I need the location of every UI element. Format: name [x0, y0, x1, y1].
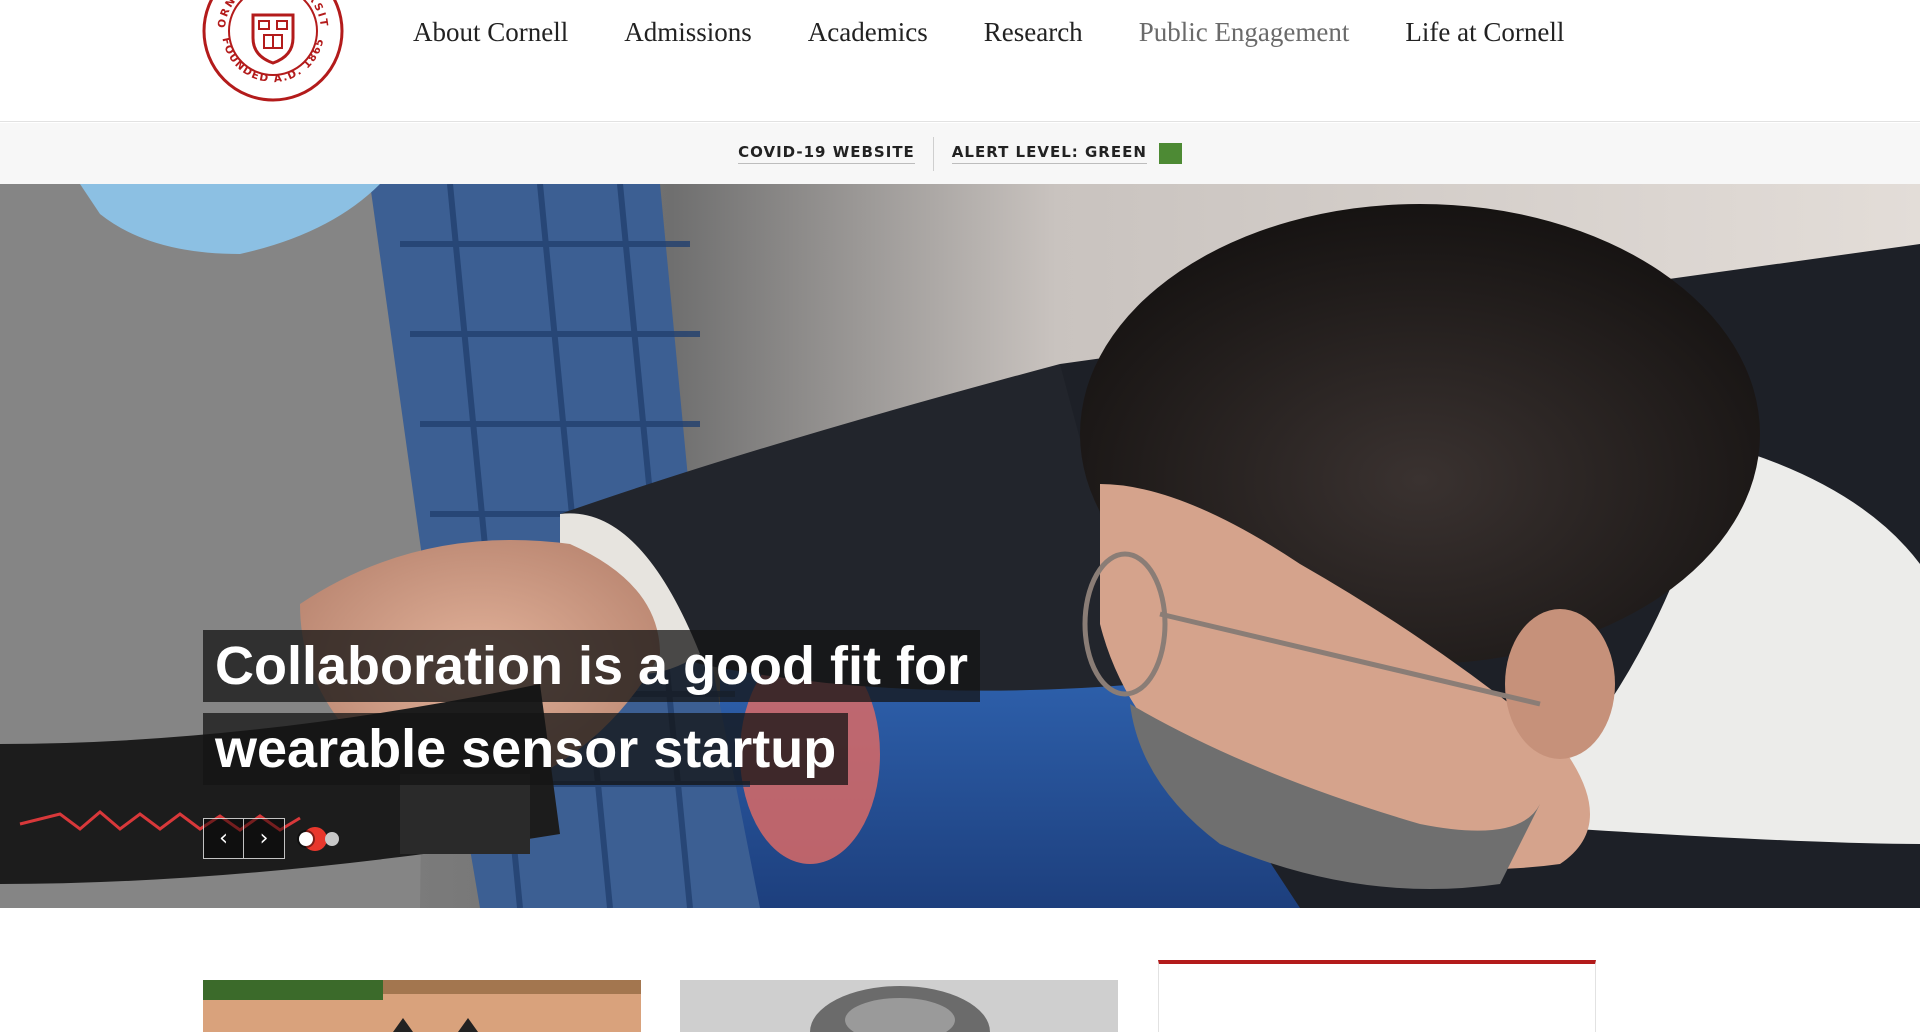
nav-research[interactable]: Research — [984, 17, 1083, 48]
slide-dot-1[interactable] — [299, 831, 313, 846]
hero-headline[interactable]: Collaboration is a good fit for wearable… — [203, 625, 1123, 791]
nav-life-at-cornell[interactable]: Life at Cornell — [1405, 17, 1564, 48]
main-nav: About Cornell Admissions Academics Resea… — [413, 12, 1564, 52]
hero-photo — [0, 184, 1920, 908]
chevron-right-icon: › — [259, 826, 269, 851]
nav-public-engagement[interactable]: Public Engagement — [1139, 17, 1350, 48]
news-card-image-2[interactable] — [680, 980, 1118, 1032]
slide-dot-2[interactable] — [325, 831, 339, 846]
previous-slide-button[interactable]: ‹ — [203, 818, 244, 859]
nav-academics[interactable]: Academics — [808, 17, 928, 48]
alert-level-swatch — [1158, 143, 1182, 164]
news-card-photo-1 — [203, 980, 641, 1032]
nav-admissions[interactable]: Admissions — [624, 17, 752, 48]
site-header: CORNELL UNIVERSITY FOUNDED A.D. 1865 Abo… — [0, 0, 1920, 122]
news-card-photo-2 — [680, 980, 1118, 1032]
alert-divider — [932, 136, 934, 171]
slider-controls: ‹ › — [203, 818, 351, 859]
hero-carousel: Collaboration is a good fit for wearable… — [0, 184, 1920, 908]
covid-website-link[interactable]: COVID-19 WEBSITE — [738, 143, 915, 164]
cornell-seal-icon: CORNELL UNIVERSITY FOUNDED A.D. 1865 — [196, 0, 344, 102]
nav-about-cornell[interactable]: About Cornell — [413, 17, 568, 48]
chevron-left-icon: ‹ — [219, 826, 228, 851]
slide-indicators — [299, 831, 351, 846]
hero-headline-text: Collaboration is a good fit for wearable… — [203, 630, 980, 785]
news-card-image-1[interactable] — [203, 980, 641, 1032]
covid-alert-bar: COVID-19 WEBSITE ALERT LEVEL: GREEN — [0, 123, 1920, 184]
featured-content-box — [1158, 960, 1596, 1032]
cornell-seal-logo[interactable]: CORNELL UNIVERSITY FOUNDED A.D. 1865 — [196, 0, 344, 102]
next-slide-button[interactable]: › — [244, 818, 285, 859]
alert-level-label: ALERT LEVEL: GREEN — [951, 143, 1147, 164]
alert-level-link[interactable]: ALERT LEVEL: GREEN — [951, 143, 1182, 164]
